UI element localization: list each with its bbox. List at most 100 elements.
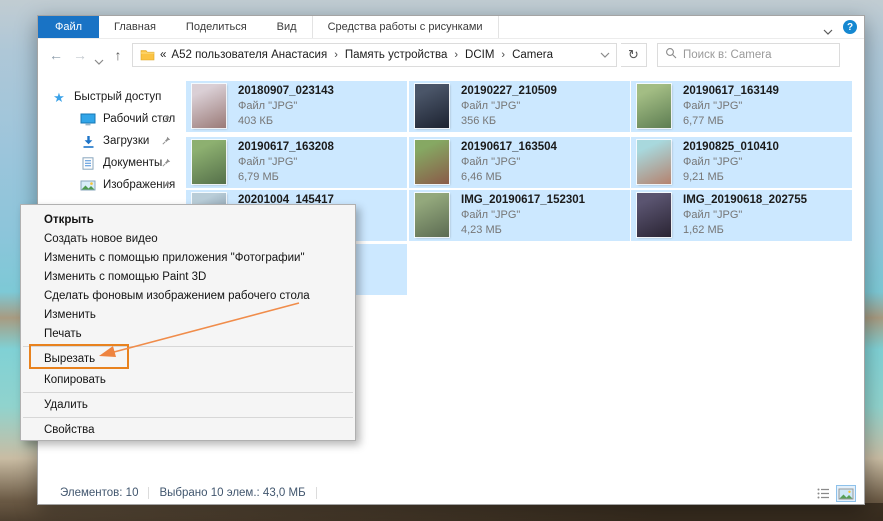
sidebar-item-quick-access[interactable]: ★ Быстрый доступ (38, 86, 179, 108)
tab-home[interactable]: Главная (99, 16, 171, 38)
breadcrumb-segment[interactable]: Camera (512, 49, 553, 61)
desktop-background (0, 503, 883, 521)
file-thumbnail (637, 193, 671, 237)
breadcrumb-separator: › (454, 49, 459, 61)
file-name: 20190617_163504 (461, 141, 557, 153)
sidebar-item-documents[interactable]: Документы (38, 152, 179, 174)
details-view-button[interactable] (813, 485, 833, 502)
menu-item-edit-with-paint3d[interactable]: Изменить с помощью Paint 3D (21, 267, 355, 287)
navigation-bar: ← → ↑ « A52 пользователя Анастасия › Пам… (38, 40, 864, 70)
back-button[interactable]: ← (46, 47, 66, 63)
menu-item-print[interactable]: Печать (21, 324, 355, 344)
breadcrumb-separator: › (501, 49, 506, 61)
file-name: 20190825_010410 (683, 141, 779, 153)
menu-item-delete[interactable]: Удалить (21, 395, 355, 415)
menu-separator (23, 392, 353, 393)
refresh-button[interactable]: ↻ (621, 43, 647, 67)
breadcrumb-prefix: « (160, 49, 167, 61)
sidebar-item-label: Документы (103, 157, 163, 169)
menu-item-properties[interactable]: Свойства (21, 420, 355, 440)
desktop-icon (80, 113, 96, 126)
file-size: 4,23 МБ (461, 224, 502, 236)
breadcrumb-segment[interactable]: Память устройства (345, 49, 448, 61)
thumbnails-view-button[interactable] (836, 485, 856, 502)
file-size: 9,21 МБ (683, 171, 724, 183)
file-type: Файл "JPG" (461, 209, 521, 221)
file-size: 6,79 МБ (238, 171, 279, 183)
breadcrumb-segment[interactable]: A52 пользователя Анастасия (171, 49, 327, 61)
items-count: Элементов: 10 (60, 487, 139, 499)
file-tile[interactable]: 20190825_010410 Файл "JPG" 9,21 МБ (631, 137, 852, 188)
menu-item-edit-with-photos[interactable]: Изменить с помощью приложения "Фотографи… (21, 248, 355, 268)
sidebar-item-pictures[interactable]: Изображения (38, 174, 179, 196)
ribbon-tab-bar: Файл Главная Поделиться Вид Средства раб… (38, 16, 864, 39)
sidebar-item-label: Загрузки (103, 135, 150, 147)
file-thumbnail (192, 140, 226, 184)
menu-item-edit[interactable]: Изменить (21, 305, 355, 325)
menu-item-open[interactable]: Открыть (21, 210, 355, 230)
menu-separator (23, 417, 353, 418)
file-thumbnail (637, 140, 671, 184)
menu-item-create-video[interactable]: Создать новое видео (21, 229, 355, 249)
file-name: 20190227_210509 (461, 85, 557, 97)
tab-file[interactable]: Файл (38, 16, 100, 38)
menu-item-set-as-wallpaper[interactable]: Сделать фоновым изображением рабочего ст… (21, 286, 355, 306)
file-type: Файл "JPG" (238, 156, 298, 168)
help-icon[interactable]: ? (843, 20, 857, 34)
file-tile[interactable]: 20190227_210509 Файл "JPG" 356 КБ (409, 81, 630, 132)
tab-picture-tools[interactable]: Средства работы с рисунками (311, 16, 499, 38)
downloads-icon (80, 135, 96, 148)
file-tile[interactable]: 20190617_163149 Файл "JPG" 6,77 МБ (631, 81, 852, 132)
status-divider (315, 487, 317, 499)
sidebar-item-desktop[interactable]: Рабочий стол (38, 108, 179, 130)
file-tile[interactable]: 20190617_163208 Файл "JPG" 6,79 МБ (186, 137, 407, 188)
file-thumbnail (415, 84, 449, 128)
selection-info: Выбрано 10 элем.: 43,0 МБ (159, 487, 306, 499)
forward-button[interactable]: → (70, 47, 90, 63)
file-tile[interactable]: IMG_20190618_202755 Файл "JPG" 1,62 МБ (631, 190, 852, 241)
address-dropdown-chevron-icon[interactable] (600, 49, 610, 61)
recent-locations-chevron-icon[interactable] (94, 52, 104, 65)
pictures-icon (80, 180, 96, 191)
sidebar-item-downloads[interactable]: Загрузки (38, 130, 179, 152)
status-divider (148, 487, 150, 499)
file-type: Файл "JPG" (461, 156, 521, 168)
menu-item-copy[interactable]: Копировать (21, 370, 355, 390)
breadcrumb-separator: › (334, 49, 338, 61)
search-box[interactable]: Поиск в: Camera (657, 43, 840, 67)
tab-share[interactable]: Поделиться (171, 16, 262, 38)
search-placeholder: Поиск в: Camera (683, 49, 772, 61)
file-name: IMG_20190617_152301 (461, 194, 586, 206)
file-thumbnail (415, 193, 449, 237)
context-menu: Открыть Создать новое видео Изменить с п… (20, 204, 356, 441)
quick-access-star-icon: ★ (53, 89, 65, 105)
file-size: 6,77 МБ (683, 115, 724, 127)
file-size: 6,46 МБ (461, 171, 502, 183)
file-size: 356 КБ (461, 115, 497, 127)
search-icon (665, 46, 677, 64)
file-name: 20190617_163208 (238, 141, 334, 153)
file-type: Файл "JPG" (683, 100, 743, 112)
file-name: IMG_20190618_202755 (683, 194, 808, 206)
pin-icon (162, 180, 171, 192)
file-name: 20180907_023143 (238, 85, 334, 97)
file-thumbnail (192, 84, 226, 128)
folder-icon (139, 49, 155, 61)
file-type: Файл "JPG" (461, 100, 521, 112)
file-thumbnail (637, 84, 671, 128)
file-tile[interactable]: 20180907_023143 Файл "JPG" 403 КБ (186, 81, 407, 132)
file-tile[interactable]: 20190617_163504 Файл "JPG" 6,46 МБ (409, 137, 630, 188)
sidebar-item-label: Быстрый доступ (74, 91, 162, 103)
tab-view[interactable]: Вид (262, 16, 312, 38)
breadcrumb-segment[interactable]: DCIM (465, 49, 494, 61)
file-type: Файл "JPG" (238, 100, 298, 112)
pin-icon (162, 136, 171, 148)
file-type: Файл "JPG" (683, 209, 743, 221)
documents-icon (80, 156, 96, 170)
address-bar[interactable]: « A52 пользователя Анастасия › Память ус… (132, 43, 617, 67)
pin-icon (162, 158, 171, 170)
up-button[interactable]: ↑ (108, 47, 128, 63)
file-type: Файл "JPG" (683, 156, 743, 168)
file-tile[interactable]: IMG_20190617_152301 Файл "JPG" 4,23 МБ (409, 190, 630, 241)
expand-ribbon-chevron-icon[interactable] (822, 23, 834, 35)
